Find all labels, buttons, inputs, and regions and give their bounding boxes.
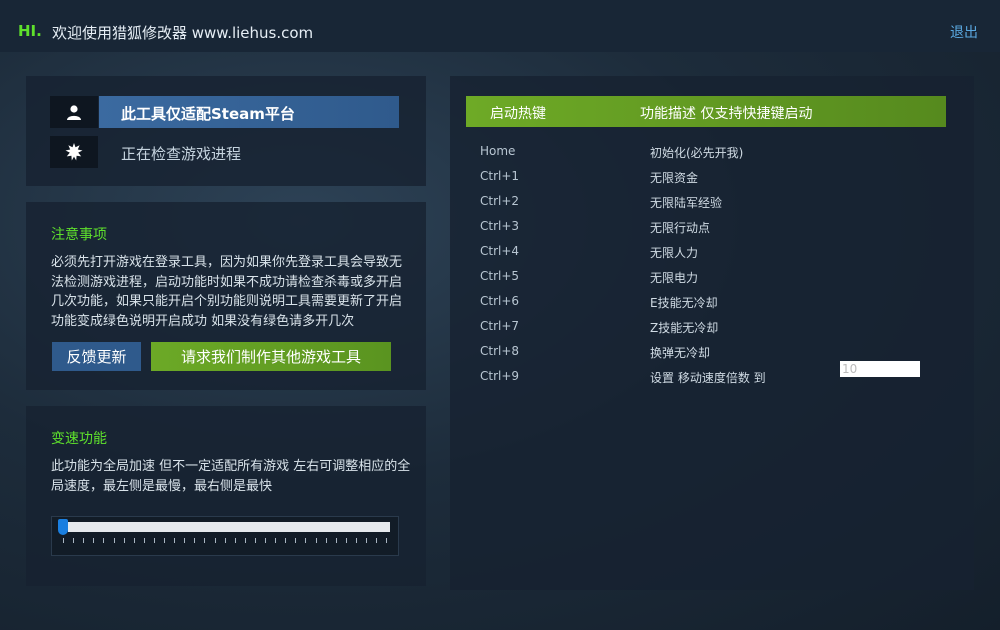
hotkey-key: Ctrl+6	[480, 294, 520, 308]
slider-tick	[113, 538, 115, 543]
hotkey-key: Ctrl+4	[480, 244, 520, 258]
logout-link[interactable]: 退出	[950, 22, 978, 42]
slider-tick	[376, 538, 378, 543]
speed-description: 此功能为全局加速 但不一定适配所有游戏 左右可调整相应的全局速度，最左侧是最慢，…	[51, 459, 411, 494]
gear-icon	[65, 143, 83, 161]
hotkey-description: 无限电力	[650, 271, 699, 285]
hotkey-row[interactable]: Ctrl+6 E技能无冷却	[450, 294, 974, 319]
slider-tick	[244, 538, 246, 543]
hotkey-key: Ctrl+8	[480, 344, 520, 358]
slider-tick	[133, 538, 135, 543]
hotkey-row[interactable]: Ctrl+5 无限电力	[450, 269, 974, 294]
slider-tick	[366, 538, 367, 543]
hotkey-description: 无限陆军经验	[650, 196, 723, 210]
gear-icon-box	[50, 136, 98, 168]
slider-tick	[254, 538, 256, 543]
platform-bar: 此工具仅适配Steam平台	[99, 96, 399, 128]
hotkey-description: 设置 移动速度倍数 到	[650, 371, 766, 385]
slider-tick	[143, 538, 145, 543]
notes-title: 注意事项	[51, 227, 107, 243]
slider-tick	[265, 538, 266, 543]
slider-tick	[103, 538, 105, 543]
slider-tick	[123, 538, 125, 543]
slider-tick	[93, 538, 95, 543]
hotkey-key: Home	[480, 144, 516, 158]
slider-tick	[224, 538, 226, 543]
slider-tick	[386, 538, 388, 543]
slider-tick	[73, 538, 75, 543]
speed-multiplier-input[interactable]	[840, 361, 920, 377]
hotkey-row[interactable]: Ctrl+1 无限资金	[450, 169, 974, 194]
slider-tick	[345, 538, 347, 543]
feedback-button[interactable]: 反馈更新	[52, 342, 141, 371]
slider-tick	[184, 538, 186, 543]
speed-title: 变速功能	[51, 431, 107, 447]
slider-tick	[234, 538, 236, 543]
hotkey-key: Ctrl+7	[480, 319, 520, 333]
slider-ticks	[63, 538, 388, 544]
slider-tick	[315, 538, 317, 543]
slider-tick	[355, 538, 357, 543]
slider-tick	[305, 538, 307, 543]
slider-tick	[194, 538, 196, 543]
title-bar: HI. 欢迎使用猎狐修改器 www.liehus.com 退出	[0, 0, 1000, 52]
description-column-header: 功能描述 仅支持快捷键启动	[640, 106, 813, 122]
hotkey-key: Ctrl+9	[480, 369, 520, 383]
hotkey-description: 换弹无冷却	[650, 346, 711, 360]
user-icon	[67, 105, 81, 120]
request-tool-button[interactable]: 请求我们制作其他游戏工具	[151, 342, 391, 371]
hotkey-key: Ctrl+2	[480, 194, 520, 208]
hotkey-row[interactable]: Ctrl+9 设置 移动速度倍数 到	[450, 361, 974, 394]
hotkey-description: 无限人力	[650, 246, 699, 260]
hotkey-row[interactable]: Ctrl+7 Z技能无冷却	[450, 319, 974, 344]
hotkey-row[interactable]: Ctrl+3 无限行动点	[450, 219, 974, 244]
slider-track[interactable]	[68, 522, 390, 532]
notes-body: 必须先打开游戏在登录工具，因为如果你先登录工具会导致无法检测游戏进程，启动功能时…	[51, 255, 403, 329]
hotkeys-panel: 启动热键 功能描述 仅支持快捷键启动 Home 初始化(必先开我) Ctrl+1 无限…	[450, 76, 974, 590]
hotkey-description: 初始化(必先开我)	[650, 146, 744, 160]
hotkey-description: Z技能无冷却	[650, 321, 719, 335]
slider-tick	[285, 538, 287, 543]
platform-label: 此工具仅适配Steam平台	[121, 105, 295, 123]
hotkey-key: Ctrl+5	[480, 269, 520, 283]
slider-tick	[164, 538, 165, 543]
hotkey-description: 无限资金	[650, 171, 699, 185]
hotkey-key: Ctrl+3	[480, 219, 520, 233]
hotkey-row[interactable]: Home 初始化(必先开我)	[450, 144, 974, 169]
platform-panel: 此工具仅适配Steam平台 正在检查游戏进程	[26, 76, 426, 186]
user-icon-box	[50, 96, 98, 128]
slider-tick	[174, 538, 176, 543]
slider-tick	[214, 538, 216, 543]
hotkey-key: Ctrl+1	[480, 169, 520, 183]
hotkey-description: 无限行动点	[650, 221, 711, 235]
greeting: HI.	[18, 22, 42, 40]
speed-slider[interactable]	[51, 516, 399, 556]
slider-thumb[interactable]	[58, 519, 68, 535]
welcome-text: 欢迎使用猎狐修改器 www.liehus.com	[52, 24, 314, 42]
slider-tick	[153, 538, 155, 543]
speed-panel: 变速功能 此功能为全局加速 但不一定适配所有游戏 左右可调整相应的全局速度，最左…	[26, 406, 426, 586]
slider-tick	[335, 538, 337, 543]
hotkeys-header: 启动热键 功能描述 仅支持快捷键启动	[466, 96, 946, 127]
hotkey-column-header: 启动热键	[490, 106, 546, 122]
slider-tick	[204, 538, 206, 543]
slider-tick	[295, 538, 297, 543]
slider-tick	[63, 538, 64, 543]
hotkey-row[interactable]: Ctrl+2 无限陆军经验	[450, 194, 974, 219]
slider-tick	[325, 538, 327, 543]
slider-tick	[275, 538, 277, 543]
process-status: 正在检查游戏进程	[121, 145, 242, 163]
hotkey-description: E技能无冷却	[650, 296, 718, 310]
slider-tick	[83, 538, 85, 543]
hotkey-row[interactable]: Ctrl+4 无限人力	[450, 244, 974, 269]
notes-panel: 注意事项 必须先打开游戏在登录工具，因为如果你先登录工具会导致无法检测游戏进程，…	[26, 202, 426, 390]
